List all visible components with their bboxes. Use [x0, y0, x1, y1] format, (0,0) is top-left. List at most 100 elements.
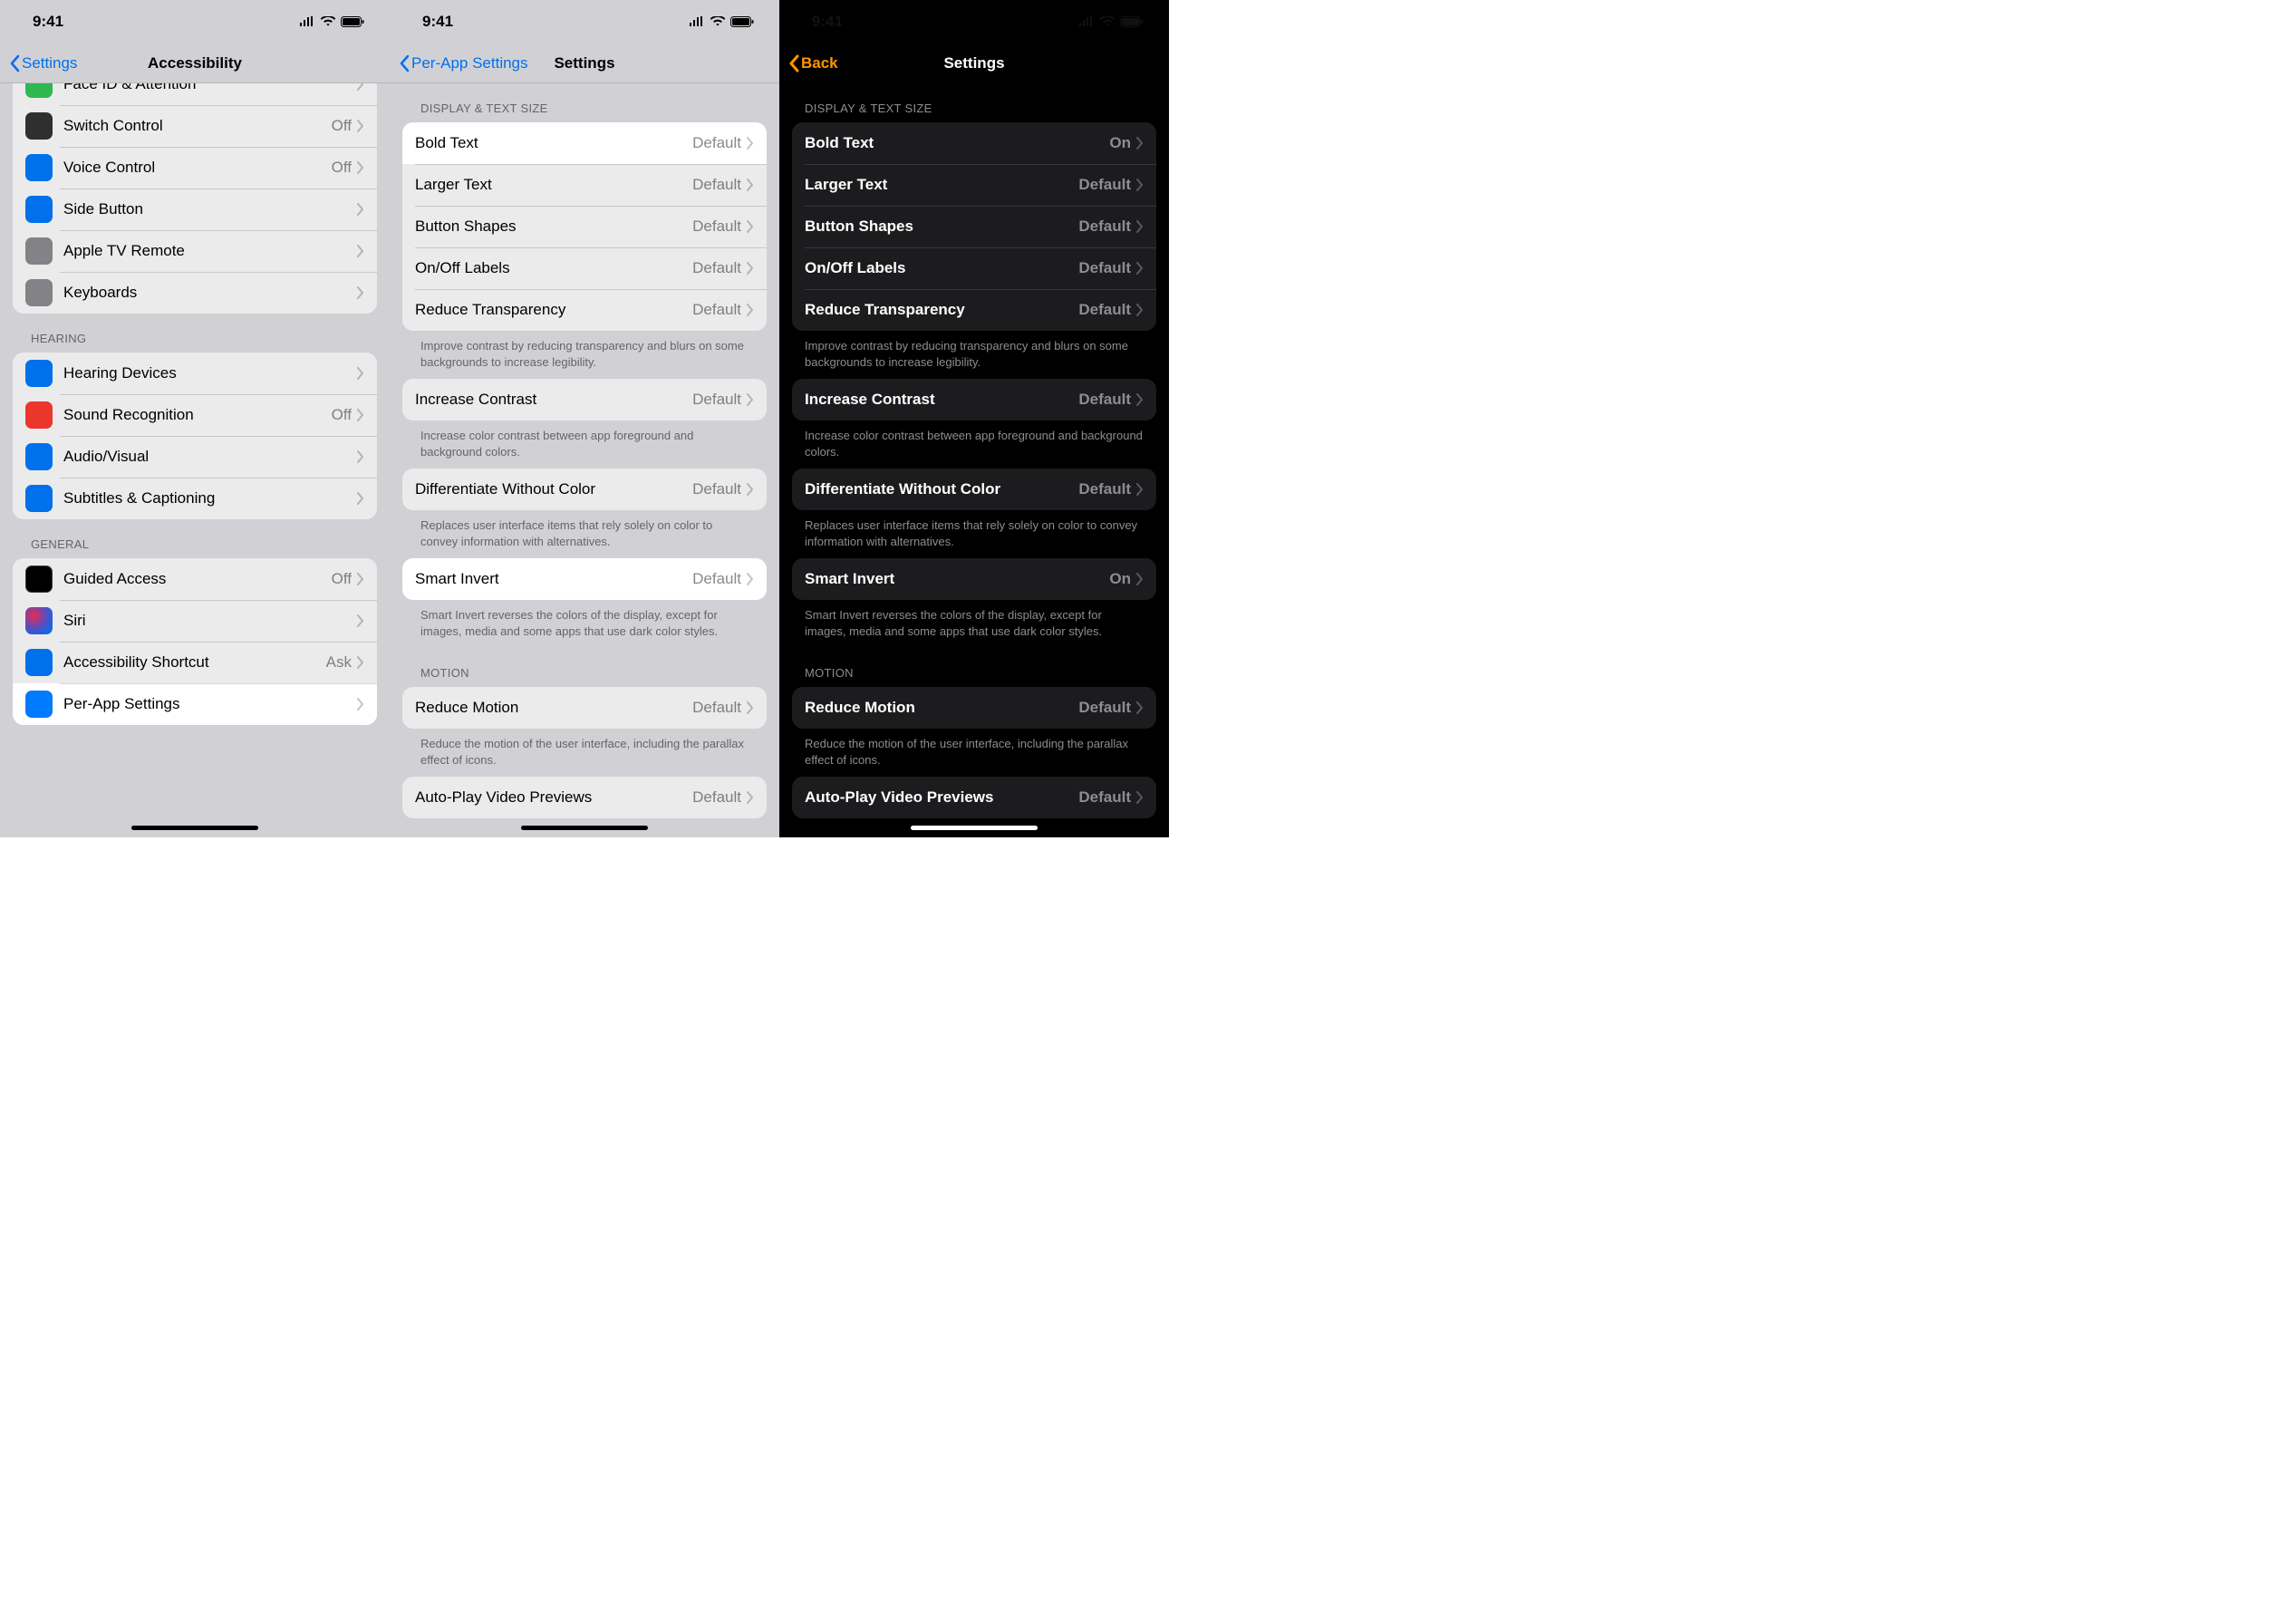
- footer-smart-invert: Smart Invert reverses the colors of the …: [390, 600, 779, 648]
- phone-accessibility: 9:41 Settings Accessibility Face ID & At…: [0, 0, 390, 837]
- list-row-reduce-motion[interactable]: Reduce MotionDefault: [792, 687, 1156, 729]
- chevron-right-icon: [357, 367, 364, 380]
- footer-smart-invert: Smart Invert reverses the colors of the …: [779, 600, 1169, 648]
- chevron-right-icon: [357, 203, 364, 216]
- list-row-keyboards[interactable]: Keyboards: [13, 272, 377, 314]
- row-label: Smart Invert: [415, 570, 692, 588]
- status-time: 9:41: [33, 13, 63, 31]
- list-row-guided-access[interactable]: Guided AccessOff: [13, 558, 377, 600]
- chevron-right-icon: [357, 698, 364, 710]
- row-label: Differentiate Without Color: [415, 480, 692, 498]
- list-row-auto-play-video-previews[interactable]: Auto-Play Video PreviewsDefault: [402, 777, 767, 818]
- row-value: Default: [692, 259, 741, 277]
- list-row-siri[interactable]: Siri: [13, 600, 377, 642]
- row-value: Default: [1078, 391, 1131, 409]
- row-value: Default: [1078, 480, 1131, 498]
- app-icon: [25, 607, 53, 634]
- home-indicator[interactable]: [131, 826, 258, 830]
- row-value: Default: [692, 176, 741, 194]
- status-bar: 9:41: [390, 0, 779, 44]
- footer-diff-color: Replaces user interface items that rely …: [390, 510, 779, 558]
- section-header-display: DISPLAY & TEXT SIZE: [390, 83, 779, 122]
- row-label: Siri: [63, 612, 357, 630]
- row-value: Default: [692, 699, 741, 717]
- list-row-hearing-devices[interactable]: Hearing Devices: [13, 353, 377, 394]
- row-value: Off: [332, 117, 352, 135]
- group-smart-invert: Smart InvertOn: [792, 558, 1156, 600]
- footer-diff-color: Replaces user interface items that rely …: [779, 510, 1169, 558]
- list-row-reduce-transparency[interactable]: Reduce TransparencyDefault: [792, 289, 1156, 331]
- row-label: Button Shapes: [805, 218, 1078, 236]
- row-value: Default: [692, 134, 741, 152]
- list-row-side-button[interactable]: Side Button: [13, 188, 377, 230]
- row-label: Reduce Transparency: [805, 301, 1078, 319]
- list-row-subtitles-captioning[interactable]: Subtitles & Captioning: [13, 478, 377, 519]
- footer-reduce-motion: Reduce the motion of the user interface,…: [779, 729, 1169, 777]
- phone-perapp-dark: 9:41 Back Settings DISPLAY & TEXT SIZE B…: [779, 0, 1169, 837]
- app-icon: [25, 196, 53, 223]
- list-row-differentiate-without-color[interactable]: Differentiate Without ColorDefault: [792, 469, 1156, 510]
- app-icon: [25, 485, 53, 512]
- group-display-text: Bold TextDefaultLarger TextDefaultButton…: [402, 122, 767, 331]
- row-label: Voice Control: [63, 159, 332, 177]
- row-label: Face ID & Attention: [63, 83, 357, 93]
- row-value: On: [1109, 570, 1131, 588]
- list-row-button-shapes[interactable]: Button ShapesDefault: [792, 206, 1156, 247]
- nav-bar: Settings Accessibility: [0, 44, 390, 83]
- back-button[interactable]: Per-App Settings: [399, 54, 528, 72]
- app-icon: [25, 443, 53, 470]
- list-row-larger-text[interactable]: Larger TextDefault: [402, 164, 767, 206]
- group-reduce-motion: Reduce MotionDefault: [792, 687, 1156, 729]
- list-row-voice-control[interactable]: Voice ControlOff: [13, 147, 377, 188]
- group-contrast: Increase ContrastDefault: [792, 379, 1156, 420]
- list-row-increase-contrast[interactable]: Increase ContrastDefault: [792, 379, 1156, 420]
- footer-reduce-motion: Reduce the motion of the user interface,…: [390, 729, 779, 777]
- row-label: Keyboards: [63, 284, 357, 302]
- list-row-bold-text[interactable]: Bold TextOn: [792, 122, 1156, 164]
- list-row-switch-control[interactable]: Switch ControlOff: [13, 105, 377, 147]
- row-value: Default: [1078, 218, 1131, 236]
- list-row-smart-invert[interactable]: Smart InvertOn: [792, 558, 1156, 600]
- group-hearing: Hearing DevicesSound RecognitionOffAudio…: [13, 353, 377, 519]
- back-button[interactable]: Back: [788, 54, 838, 72]
- chevron-right-icon: [1136, 791, 1144, 804]
- list-row-on-off-labels[interactable]: On/Off LabelsDefault: [402, 247, 767, 289]
- list-row-on-off-labels[interactable]: On/Off LabelsDefault: [792, 247, 1156, 289]
- row-value: Off: [332, 406, 352, 424]
- chevron-right-icon: [747, 262, 754, 275]
- list-row-per-app-settings[interactable]: Per-App Settings: [13, 683, 377, 725]
- back-label: Per-App Settings: [411, 54, 528, 72]
- row-value: Default: [692, 788, 741, 807]
- list-row-accessibility-shortcut[interactable]: Accessibility ShortcutAsk: [13, 642, 377, 683]
- group-smart-invert: Smart InvertDefault: [402, 558, 767, 600]
- row-label: Reduce Motion: [805, 699, 1078, 717]
- home-indicator[interactable]: [911, 826, 1038, 830]
- chevron-right-icon: [1136, 220, 1144, 233]
- list-row-button-shapes[interactable]: Button ShapesDefault: [402, 206, 767, 247]
- group-diff-color: Differentiate Without ColorDefault: [402, 469, 767, 510]
- row-value: Ask: [326, 653, 352, 672]
- chevron-right-icon: [357, 286, 364, 299]
- app-icon: [25, 566, 53, 593]
- list-row-sound-recognition[interactable]: Sound RecognitionOff: [13, 394, 377, 436]
- back-button[interactable]: Settings: [9, 54, 77, 72]
- list-row-face-id-attention[interactable]: Face ID & Attention: [13, 83, 377, 105]
- list-row-auto-play-video-previews[interactable]: Auto-Play Video PreviewsDefault: [792, 777, 1156, 818]
- list-row-bold-text[interactable]: Bold TextDefault: [402, 122, 767, 164]
- app-icon: [25, 691, 53, 718]
- chevron-right-icon: [747, 791, 754, 804]
- list-row-apple-tv-remote[interactable]: Apple TV Remote: [13, 230, 377, 272]
- status-icons: [1078, 16, 1144, 27]
- home-indicator[interactable]: [521, 826, 648, 830]
- list-row-reduce-transparency[interactable]: Reduce TransparencyDefault: [402, 289, 767, 331]
- list-row-audio-visual[interactable]: Audio/Visual: [13, 436, 377, 478]
- list-row-smart-invert[interactable]: Smart InvertDefault: [402, 558, 767, 600]
- status-time: 9:41: [422, 13, 453, 31]
- row-label: Accessibility Shortcut: [63, 653, 326, 672]
- list-row-increase-contrast[interactable]: Increase ContrastDefault: [402, 379, 767, 420]
- list-row-reduce-motion[interactable]: Reduce MotionDefault: [402, 687, 767, 729]
- list-row-larger-text[interactable]: Larger TextDefault: [792, 164, 1156, 206]
- row-label: Sound Recognition: [63, 406, 332, 424]
- list-row-differentiate-without-color[interactable]: Differentiate Without ColorDefault: [402, 469, 767, 510]
- row-label: On/Off Labels: [415, 259, 692, 277]
